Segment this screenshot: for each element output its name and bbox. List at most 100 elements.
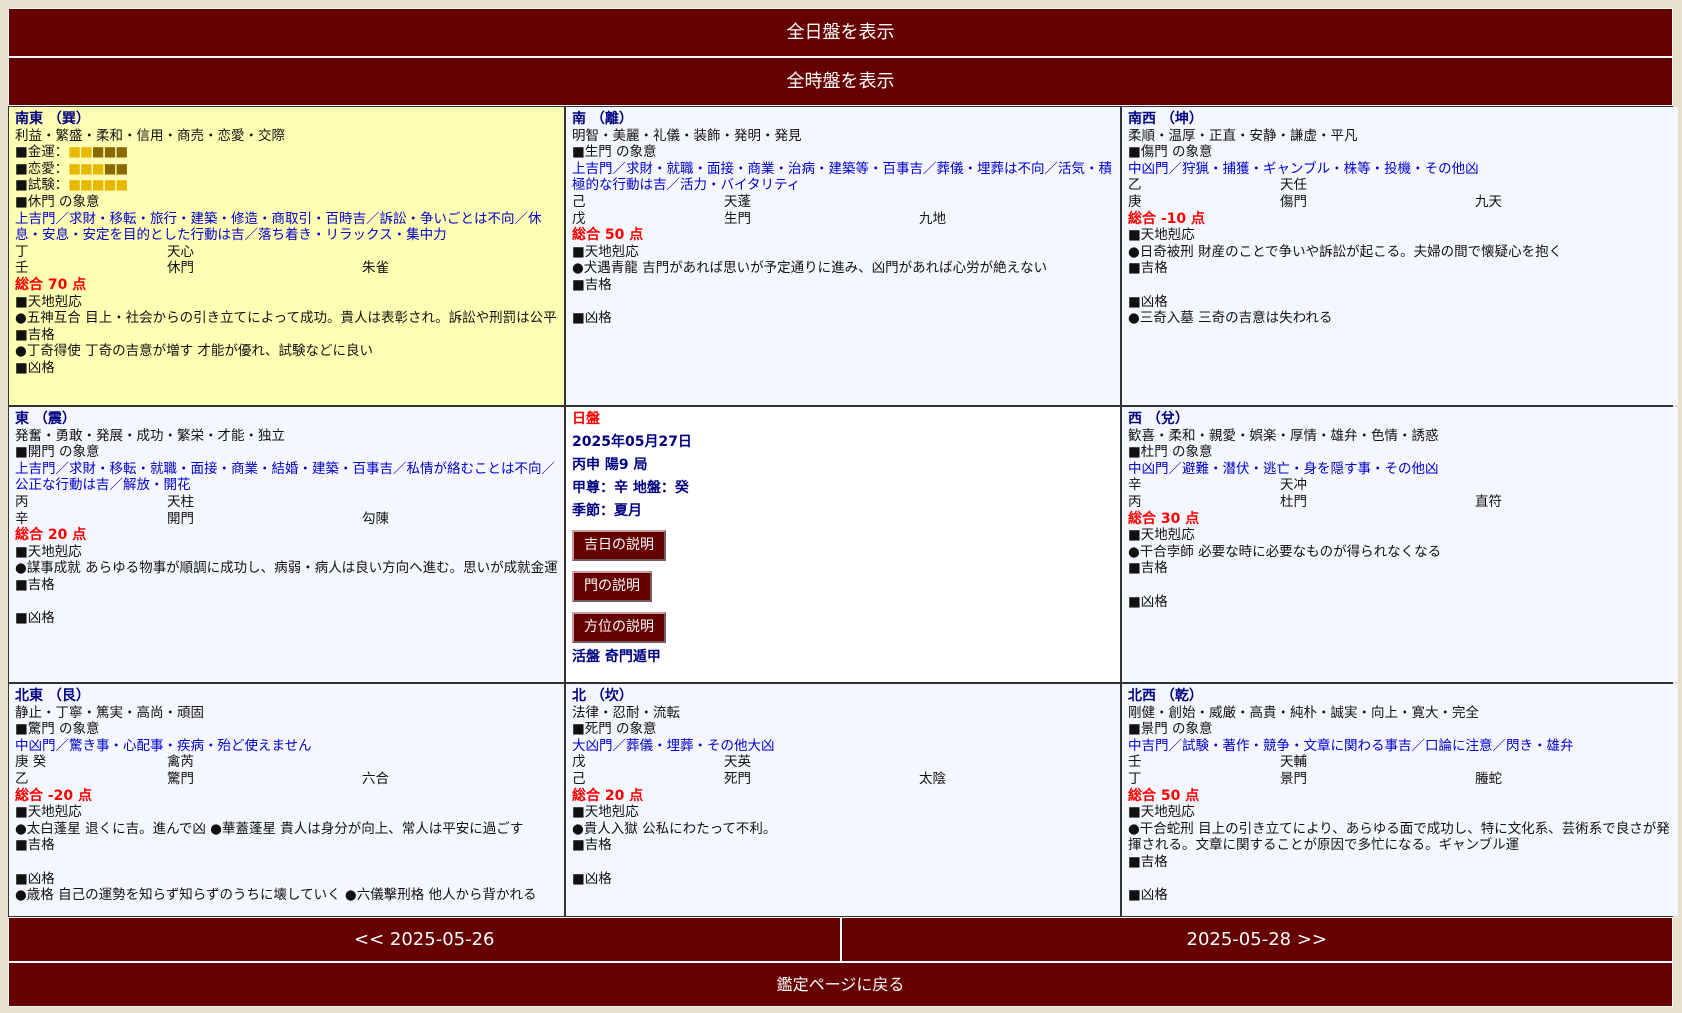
- luck-block-icon: ■: [68, 144, 81, 161]
- gate-text: 中凶門／驚き事・心配事・疾病・殆ど使えません: [15, 737, 312, 754]
- pattern-line: ■凶格: [15, 610, 55, 627]
- gate-explain-button[interactable]: 門の説明: [572, 571, 652, 602]
- luck-block-icon: ■: [103, 160, 117, 177]
- total-score: 総合 20 点: [572, 787, 644, 804]
- pan-star-gate: 傷門: [1280, 193, 1307, 210]
- pattern-line: ■天地剋応: [572, 243, 639, 260]
- pan-row: 辛 開門 勾陳: [15, 511, 558, 528]
- luck-meter: ■■■■■: [68, 144, 128, 161]
- pan-row: 庚 傷門 九天: [1128, 194, 1672, 211]
- pattern-line: ■天地剋応: [572, 804, 639, 821]
- pan-star-gate: 開門: [167, 510, 194, 527]
- pan-row: 戊 天英: [572, 754, 1114, 771]
- pattern-line: ●五神互合 目上・社会からの引き立てによって成功。貴人は表彰され。訴訟や刑罰は公…: [15, 310, 557, 327]
- pattern-line: ■凶格: [15, 870, 55, 887]
- pan-stem: 戊: [572, 754, 586, 771]
- pan-star-gate: 驚門: [167, 770, 194, 787]
- total-score: 総合 -10 点: [1128, 210, 1206, 227]
- gate-meaning: ■開門 の象意: [15, 444, 100, 461]
- luck-label: ■金運：: [15, 144, 69, 161]
- prev-date-button[interactable]: << 2025-05-26: [8, 917, 841, 962]
- luck-row: ■金運：■■■■■: [15, 144, 558, 161]
- direction-title: 西 （兌）: [1128, 411, 1189, 427]
- pattern-line: ■吉格: [1128, 853, 1168, 870]
- next-date-button[interactable]: 2025-05-28 >>: [840, 917, 1673, 962]
- pan-star-gate: 休門: [167, 260, 194, 277]
- luck-block-icon: ■: [68, 160, 81, 177]
- gate-text: 上吉門／求財・就職・面接・商業・治病・建築等・百事吉／葬儀・埋葬は不向／活気・積…: [572, 160, 1112, 194]
- pan-stem: 戊: [572, 210, 586, 227]
- luck-row: ■恋愛：■■■■■: [15, 161, 558, 178]
- pan-stem: 己: [572, 770, 586, 787]
- luck-block-icon: ■: [80, 144, 93, 161]
- pattern-line: ■吉格: [572, 837, 612, 854]
- gate-meaning: ■生門 の象意: [572, 144, 657, 161]
- cell-se: 南東 （巽） 利益・繁盛・柔和・信用・商売・恋愛・交際 ■金運：■■■■■ ■恋愛：■…: [9, 107, 564, 405]
- keywords: 発奮・勇敢・発展・成功・繁栄・才能・独立: [15, 427, 285, 444]
- pan-row: 丙 天柱: [15, 494, 558, 511]
- keywords: 法律・忍耐・流転: [572, 704, 680, 721]
- pan-row: 己 天蓬: [572, 194, 1114, 211]
- cell-s: 南 （離） 明智・美麗・礼儀・装飾・発明・発見 ■生門 の象意 上吉門／求財・就職・面…: [566, 107, 1120, 405]
- pan-stem: 壬: [1128, 754, 1142, 771]
- pattern-line: ■吉格: [15, 576, 55, 593]
- show-all-hour-chart-button[interactable]: 全時盤を表示: [8, 57, 1673, 106]
- luck-row: ■試験：■■■■■: [15, 177, 558, 194]
- pan-deity: 螣蛇: [1475, 770, 1502, 787]
- pattern-line: ■凶格: [1128, 593, 1168, 610]
- pan-star-gate: 天輔: [1280, 754, 1307, 771]
- pattern-line: ●歳格 自己の運勢を知らず知らずのうちに壊していく ●六儀擊刑格 他人から背かれ…: [15, 887, 537, 904]
- center-date: 2025年05月27日: [572, 434, 692, 450]
- luck-block-icon: ■: [115, 160, 128, 177]
- keywords: 明智・美麗・礼儀・装飾・発明・発見: [572, 127, 802, 144]
- pan-deity: 六合: [362, 770, 389, 787]
- gate-text: 中凶門／狩猟・捕獲・ギャンブル・株等・投機・その他凶: [1128, 160, 1479, 177]
- direction-title: 東 （震）: [15, 411, 76, 427]
- pan-star-gate: 杜門: [1280, 493, 1307, 510]
- lucky-day-explain-button[interactable]: 吉日の説明: [572, 530, 666, 561]
- gate-text: 中吉門／試験・著作・競争・文章に関わる事吉／口論に注意／閃き・雄弁: [1128, 737, 1574, 754]
- pattern-line: ●貴人入獄 公私にわたって不利。: [572, 820, 777, 837]
- direction-explain-button[interactable]: 方位の説明: [572, 612, 666, 643]
- button-wrap: 門の説明: [572, 567, 1114, 608]
- luck-meter: ■■■■■: [68, 160, 128, 177]
- luck-block-icon: ■: [115, 177, 128, 194]
- show-all-day-chart-button[interactable]: 全日盤を表示: [8, 8, 1673, 57]
- cell-center: 日盤 2025年05月27日 丙申 陽9 局甲尊：辛 地盤：癸 季節：夏月 吉日の説明門…: [566, 407, 1120, 682]
- pattern-line: ■凶格: [572, 310, 612, 327]
- direction-title: 南西 （坤）: [1128, 111, 1203, 127]
- pattern-line: ■吉格: [1128, 260, 1168, 277]
- pan-row: 壬 天輔: [1128, 754, 1672, 771]
- pan-star-gate: 天英: [724, 754, 751, 771]
- cell-sw: 南西 （坤） 柔順・温厚・正直・安静・謙虚・平凡 ■傷門 の象意 中凶門／狩猟・捕獲・…: [1122, 107, 1678, 405]
- cell-ne: 北東 （艮） 静止・丁寧・篤実・高尚・頑固 ■驚門 の象意 中凶門／驚き事・心配事・疾…: [9, 684, 564, 916]
- pan-star-gate: 禽芮: [167, 754, 194, 771]
- pattern-line: ■天地剋応: [15, 293, 82, 310]
- pan-star-gate: 天柱: [167, 493, 194, 510]
- pan-deity: 朱雀: [362, 260, 389, 277]
- pan-stem: 辛: [1128, 477, 1142, 494]
- direction-grid: 南東 （巽） 利益・繁盛・柔和・信用・商売・恋愛・交際 ■金運：■■■■■ ■恋愛：■…: [8, 106, 1678, 917]
- direction-title: 南 （離）: [572, 111, 633, 127]
- total-score: 総合 30 点: [1128, 510, 1200, 527]
- pan-stem: 庚: [1128, 193, 1142, 210]
- luck-label: ■恋愛：: [15, 160, 69, 177]
- pattern-line: ●犬遇青龍 吉門があれば思いが予定通りに進み、凶門があれば心労が絶えない: [572, 260, 1048, 277]
- pattern-line: ●干合蛇刑 目上の引き立てにより、あらゆる面で成功し、特に文化系、芸術系で良さが…: [1128, 820, 1670, 854]
- chart-type-title: 日盤: [572, 411, 600, 427]
- pattern-line: ■凶格: [15, 359, 55, 376]
- pan-star-gate: 生門: [724, 210, 751, 227]
- pan-row: 辛 天冲: [1128, 477, 1672, 494]
- back-to-reading-button[interactable]: 鑑定ページに戻る: [8, 962, 1673, 1007]
- gate-meaning: ■驚門 の象意: [15, 721, 100, 738]
- total-score: 総合 -20 点: [15, 787, 93, 804]
- cell-n: 北 （坎） 法律・忍耐・流転 ■死門 の象意 大凶門／葬儀・埋葬・その他大凶戊 天英己 死…: [566, 684, 1120, 916]
- pan-stem: 庚 癸: [15, 754, 47, 771]
- pan-stem: 丁: [1128, 770, 1142, 787]
- gate-meaning: ■死門 の象意: [572, 721, 657, 738]
- pattern-line: ■吉格: [15, 837, 55, 854]
- pattern-line: ■吉格: [15, 326, 55, 343]
